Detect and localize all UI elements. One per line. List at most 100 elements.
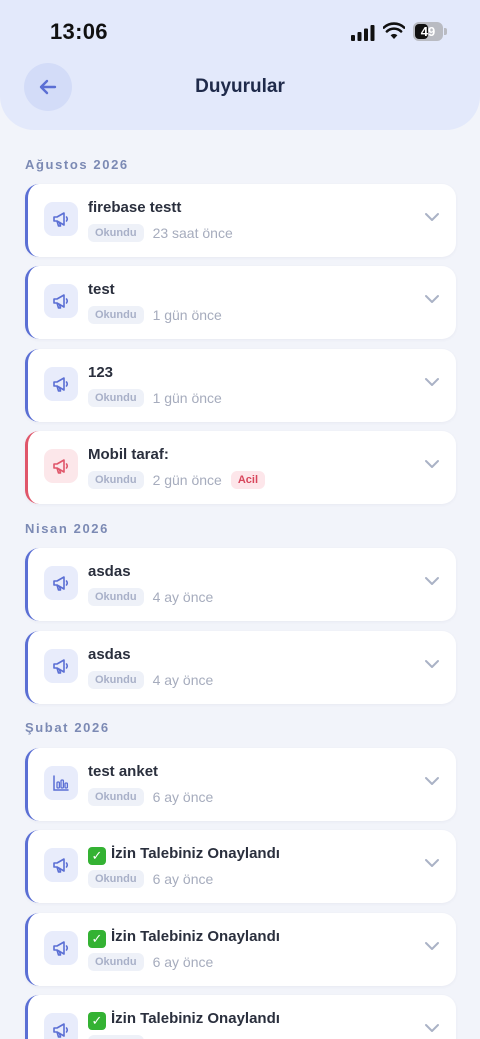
announcement-icon-box <box>44 931 78 965</box>
announcement-title: test anket <box>88 763 158 780</box>
read-status-badge: Okundu <box>88 870 144 888</box>
announcement-title: firebase testt <box>88 199 181 216</box>
announcement-card[interactable]: 123 Okundu 1 gün önce <box>25 349 456 422</box>
section-title: Nisan 2026 <box>25 521 109 536</box>
chevron-down-icon[interactable] <box>424 294 440 304</box>
announcement-title-text: asdas <box>88 563 131 580</box>
megaphone-icon <box>53 941 69 956</box>
announcement-title-text: asdas <box>88 646 131 663</box>
chevron-down-icon[interactable] <box>424 576 440 586</box>
chevron-down-icon[interactable] <box>424 1023 440 1033</box>
announcement-time: 23 saat önce <box>152 225 233 241</box>
chevron-down-icon[interactable] <box>424 459 440 469</box>
announcement-time: 6 ay önce <box>152 954 214 970</box>
read-status-badge: Okundu <box>88 1035 144 1039</box>
announcement-title-text: test <box>88 281 115 298</box>
announcement-title: 123 <box>88 364 113 381</box>
megaphone-icon <box>53 858 69 873</box>
announcement-icon-box <box>44 202 78 236</box>
announcement-card[interactable]: test anket Okundu 6 ay önce <box>25 748 456 821</box>
read-status-badge: Okundu <box>88 588 144 606</box>
announcement-meta: Okundu 4 ay önce <box>88 671 213 689</box>
bar-chart-icon <box>53 775 69 791</box>
check-mark-icon: ✓ <box>88 930 106 948</box>
announcement-card[interactable]: firebase testt Okundu 23 saat önce <box>25 184 456 257</box>
announcement-meta: Okundu6 ay önce <box>88 1035 213 1039</box>
section-title: Şubat 2026 <box>25 720 110 735</box>
wifi-icon <box>383 22 405 39</box>
announcement-card[interactable]: ✓ İzin Talebiniz Onaylandı Okundu 6 ay önce <box>25 913 456 986</box>
announcement-meta: Okundu 23 saat önce <box>88 224 233 242</box>
announcement-meta: Okundu 6 ay önce <box>88 953 213 971</box>
announcement-meta: Okundu 6 ay önce <box>88 788 213 806</box>
announcement-time: 4 ay önce <box>152 672 214 688</box>
announcement-title-text: İzin Talebiniz Onaylandı <box>111 845 280 862</box>
chevron-down-icon[interactable] <box>424 776 440 786</box>
battery-icon: 49 <box>413 22 443 41</box>
announcement-title: asdas <box>88 646 131 663</box>
announcement-time: 4 ay önce <box>152 589 214 605</box>
read-status-badge: Okundu <box>88 306 144 324</box>
page-title: Duyurular <box>195 76 285 97</box>
read-status-badge: Okundu <box>88 224 144 242</box>
header: 13:06 49 Duyurular <box>0 0 480 130</box>
announcement-title-text: firebase testt <box>88 199 182 216</box>
chevron-down-icon[interactable] <box>424 941 440 951</box>
announcement-time: 6 ay önce <box>152 789 214 805</box>
announcement-title: ✓ İzin Talebiniz Onaylandı <box>88 1010 280 1030</box>
announcement-title-text: İzin Talebiniz Onaylandı <box>111 1010 280 1027</box>
announcement-card[interactable]: ✓ İzin Talebiniz Onaylandı Okundu6 ay önce <box>25 995 456 1039</box>
status-bar: 13:06 49 <box>0 0 480 62</box>
battery-percentage: 49 <box>420 24 436 39</box>
announcement-title: Mobil taraf: <box>88 446 169 463</box>
announcement-meta: Okundu 2 gün önce Acil <box>88 471 266 489</box>
battery-cap <box>444 28 447 35</box>
status-time: 13:06 <box>50 19 108 44</box>
read-status-badge: Okundu <box>88 671 144 689</box>
megaphone-icon <box>53 576 69 591</box>
announcement-icon-box <box>44 449 78 483</box>
chevron-down-icon[interactable] <box>424 212 440 222</box>
announcement-title-text: 123 <box>88 364 114 381</box>
announcement-card[interactable]: asdas Okundu 4 ay önce <box>25 548 456 621</box>
announcement-card[interactable]: ✓ İzin Talebiniz Onaylandı Okundu 6 ay önce <box>25 830 456 903</box>
announcement-icon-box <box>44 284 78 318</box>
read-status-badge: Okundu <box>88 953 144 971</box>
announcement-title-text: İzin Talebiniz Onaylandı <box>111 928 280 945</box>
announcement-title: asdas <box>88 563 131 580</box>
announcement-icon-box <box>44 1013 78 1039</box>
announcement-time: 2 gün önce <box>152 472 222 488</box>
announcement-card[interactable]: Mobil taraf: Okundu 2 gün önce Acil <box>25 431 456 504</box>
cellular-signal-icon <box>351 25 375 41</box>
chevron-down-icon[interactable] <box>424 659 440 669</box>
announcement-time: 1 gün önce <box>152 307 222 323</box>
announcement-time: 1 gün önce <box>152 390 222 406</box>
urgent-badge: Acil <box>230 471 266 489</box>
announcement-icon-box <box>44 848 78 882</box>
read-status-badge: Okundu <box>88 389 144 407</box>
megaphone-icon <box>53 659 69 674</box>
announcement-meta: Okundu 4 ay önce <box>88 588 213 606</box>
announcement-title: test <box>88 281 115 298</box>
announcement-icon-box <box>44 367 78 401</box>
announcement-icon-box <box>44 766 78 800</box>
read-status-badge: Okundu <box>88 471 144 489</box>
chevron-down-icon[interactable] <box>424 858 440 868</box>
check-mark-icon: ✓ <box>88 1012 106 1030</box>
announcement-title: ✓ İzin Talebiniz Onaylandı <box>88 928 280 948</box>
announcement-title-text: test anket <box>88 763 159 780</box>
announcement-icon-box <box>44 649 78 683</box>
announcement-meta: Okundu 1 gün önce <box>88 306 222 324</box>
announcement-time: 6 ay önce <box>152 871 214 887</box>
megaphone-icon <box>53 459 69 474</box>
megaphone-icon <box>53 212 69 227</box>
check-mark-icon: ✓ <box>88 847 106 865</box>
announcement-card[interactable]: asdas Okundu 4 ay önce <box>25 631 456 704</box>
announcement-card[interactable]: test Okundu 1 gün önce <box>25 266 456 339</box>
announcement-title-text: Mobil taraf: <box>88 446 169 463</box>
section-title: Ağustos 2026 <box>25 157 129 172</box>
chevron-down-icon[interactable] <box>424 377 440 387</box>
read-status-badge: Okundu <box>88 788 144 806</box>
announcement-title: ✓ İzin Talebiniz Onaylandı <box>88 845 280 865</box>
announcement-icon-box <box>44 566 78 600</box>
